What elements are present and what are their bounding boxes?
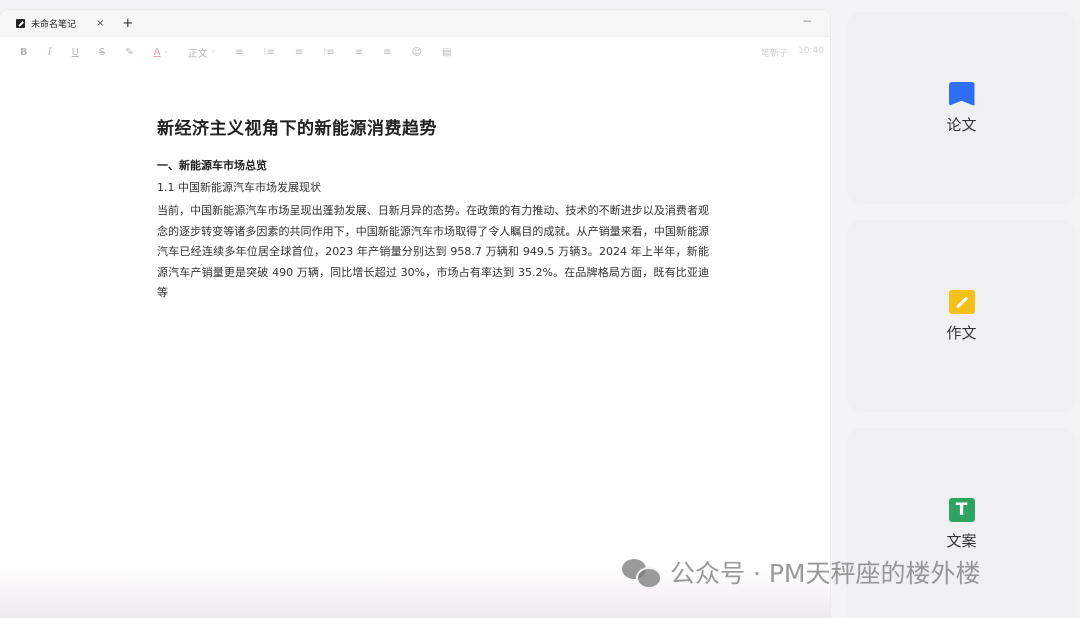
paragraph-style-select[interactable]: 正文 [188,45,208,60]
italic-button[interactable]: I [48,47,52,58]
format-toolbar: B I U S ✎ A · 正文 · ≡ ⁝≡ ≡ ⁝≡ ≡ ≡ ☺ ▤ 笔新子… [0,37,830,67]
status-text: 笔新子 [761,49,789,59]
watermark-text: 公众号 · PM天秤座的楼外楼 [670,559,981,588]
tab-untitled-note[interactable]: 未命名笔记 × [10,10,110,36]
paragraph-style-caret[interactable]: · [212,47,215,58]
paper-icon [948,82,975,106]
comment-icon[interactable]: ▤ [442,47,451,58]
tab-close-button[interactable]: × [96,18,104,29]
section-heading[interactable]: 一、新能源车市场总览 [157,157,709,173]
font-color-caret[interactable]: · [165,47,168,58]
card-paper[interactable]: 论文 [847,12,1076,204]
editor-window: 未命名笔记 × + − B I U S ✎ A · 正文 · ≡ ⁝≡ ≡ ⁝≡… [0,10,830,618]
note-icon [16,18,25,28]
subsection-heading[interactable]: 1.1 中国新能源汽车市场发展现状 [157,179,709,195]
minimize-button[interactable]: − [802,14,812,28]
task-list-icon[interactable]: ⁝≡ [323,47,335,58]
strikethrough-button[interactable]: S [99,47,105,58]
tab-title: 未命名笔记 [31,19,77,30]
font-color-button[interactable]: A [154,47,161,58]
emoji-icon[interactable]: ☺ [412,47,422,58]
underline-button[interactable]: U [72,47,79,58]
copywriting-icon: T [948,498,975,522]
document-title[interactable]: 新经济主义视角下的新能源消费趋势 [157,114,709,139]
document-body[interactable]: 新经济主义视角下的新能源消费趋势 一、新能源车市场总览 1.1 中国新能源汽车市… [157,114,709,304]
essay-icon [948,290,975,314]
status-time: 10:40 [798,46,824,56]
bullet-list-icon[interactable]: ≡ [295,47,303,58]
outdent-icon[interactable]: ≡ [383,47,391,58]
new-tab-button[interactable]: + [122,16,133,31]
body-paragraph[interactable]: 当前，中国新能源汽车市场呈现出蓬勃发展、日新月异的态势。在政策的有力推动、技术的… [157,201,709,304]
bold-button[interactable]: B [20,47,28,58]
align-icon[interactable]: ≡ [235,47,243,58]
card-copywriting-label: 文案 [946,532,977,550]
highlight-icon[interactable]: ✎ [125,47,133,58]
tab-bar: 未命名笔记 × + − [0,10,830,37]
watermark: 公众号 · PM天秤座的楼外楼 [622,554,981,590]
card-paper-label: 论文 [946,116,977,134]
card-essay-label: 作文 [946,324,977,342]
ordered-list-icon[interactable]: ⁝≡ [263,47,275,58]
toolbar-status: 笔新子 10:40 [761,46,824,59]
indent-icon[interactable]: ≡ [355,47,363,58]
wechat-icon [622,557,662,589]
card-essay[interactable]: 作文 [847,220,1076,412]
